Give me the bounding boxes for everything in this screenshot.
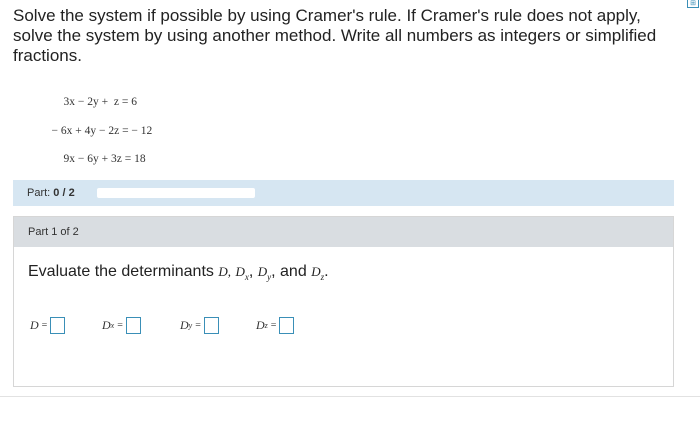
- determinant-dx: Dx =: [102, 317, 141, 334]
- panel-title: Part 1 of 2: [28, 226, 79, 238]
- grid-icon[interactable]: ⊞: [687, 0, 699, 8]
- determinant-dy: Dy =: [180, 317, 219, 334]
- dy-answer-input[interactable]: [203, 317, 219, 334]
- divider: [0, 396, 700, 397]
- instruction-text: Evaluate the determinants D, Dx, Dy, and…: [28, 263, 329, 283]
- dz-answer-input[interactable]: [279, 317, 295, 334]
- problem-statement: Solve the system if possible by using Cr…: [13, 6, 657, 65]
- question-panel: Part 1 of 2 Evaluate the determinants D,…: [13, 216, 674, 387]
- part-label: Part: 0 / 2: [27, 187, 75, 199]
- panel-header: Part 1 of 2: [14, 217, 673, 247]
- d-answer-input[interactable]: [50, 317, 66, 334]
- determinant-dz: Dz =: [256, 317, 295, 334]
- equation-3: 9x − 6y + 3z = 18: [63, 153, 146, 165]
- determinant-d: D =: [30, 317, 66, 334]
- part-progress-bar: Part: 0 / 2: [13, 180, 674, 206]
- dx-answer-input[interactable]: [125, 317, 141, 334]
- progress-track: [97, 188, 255, 198]
